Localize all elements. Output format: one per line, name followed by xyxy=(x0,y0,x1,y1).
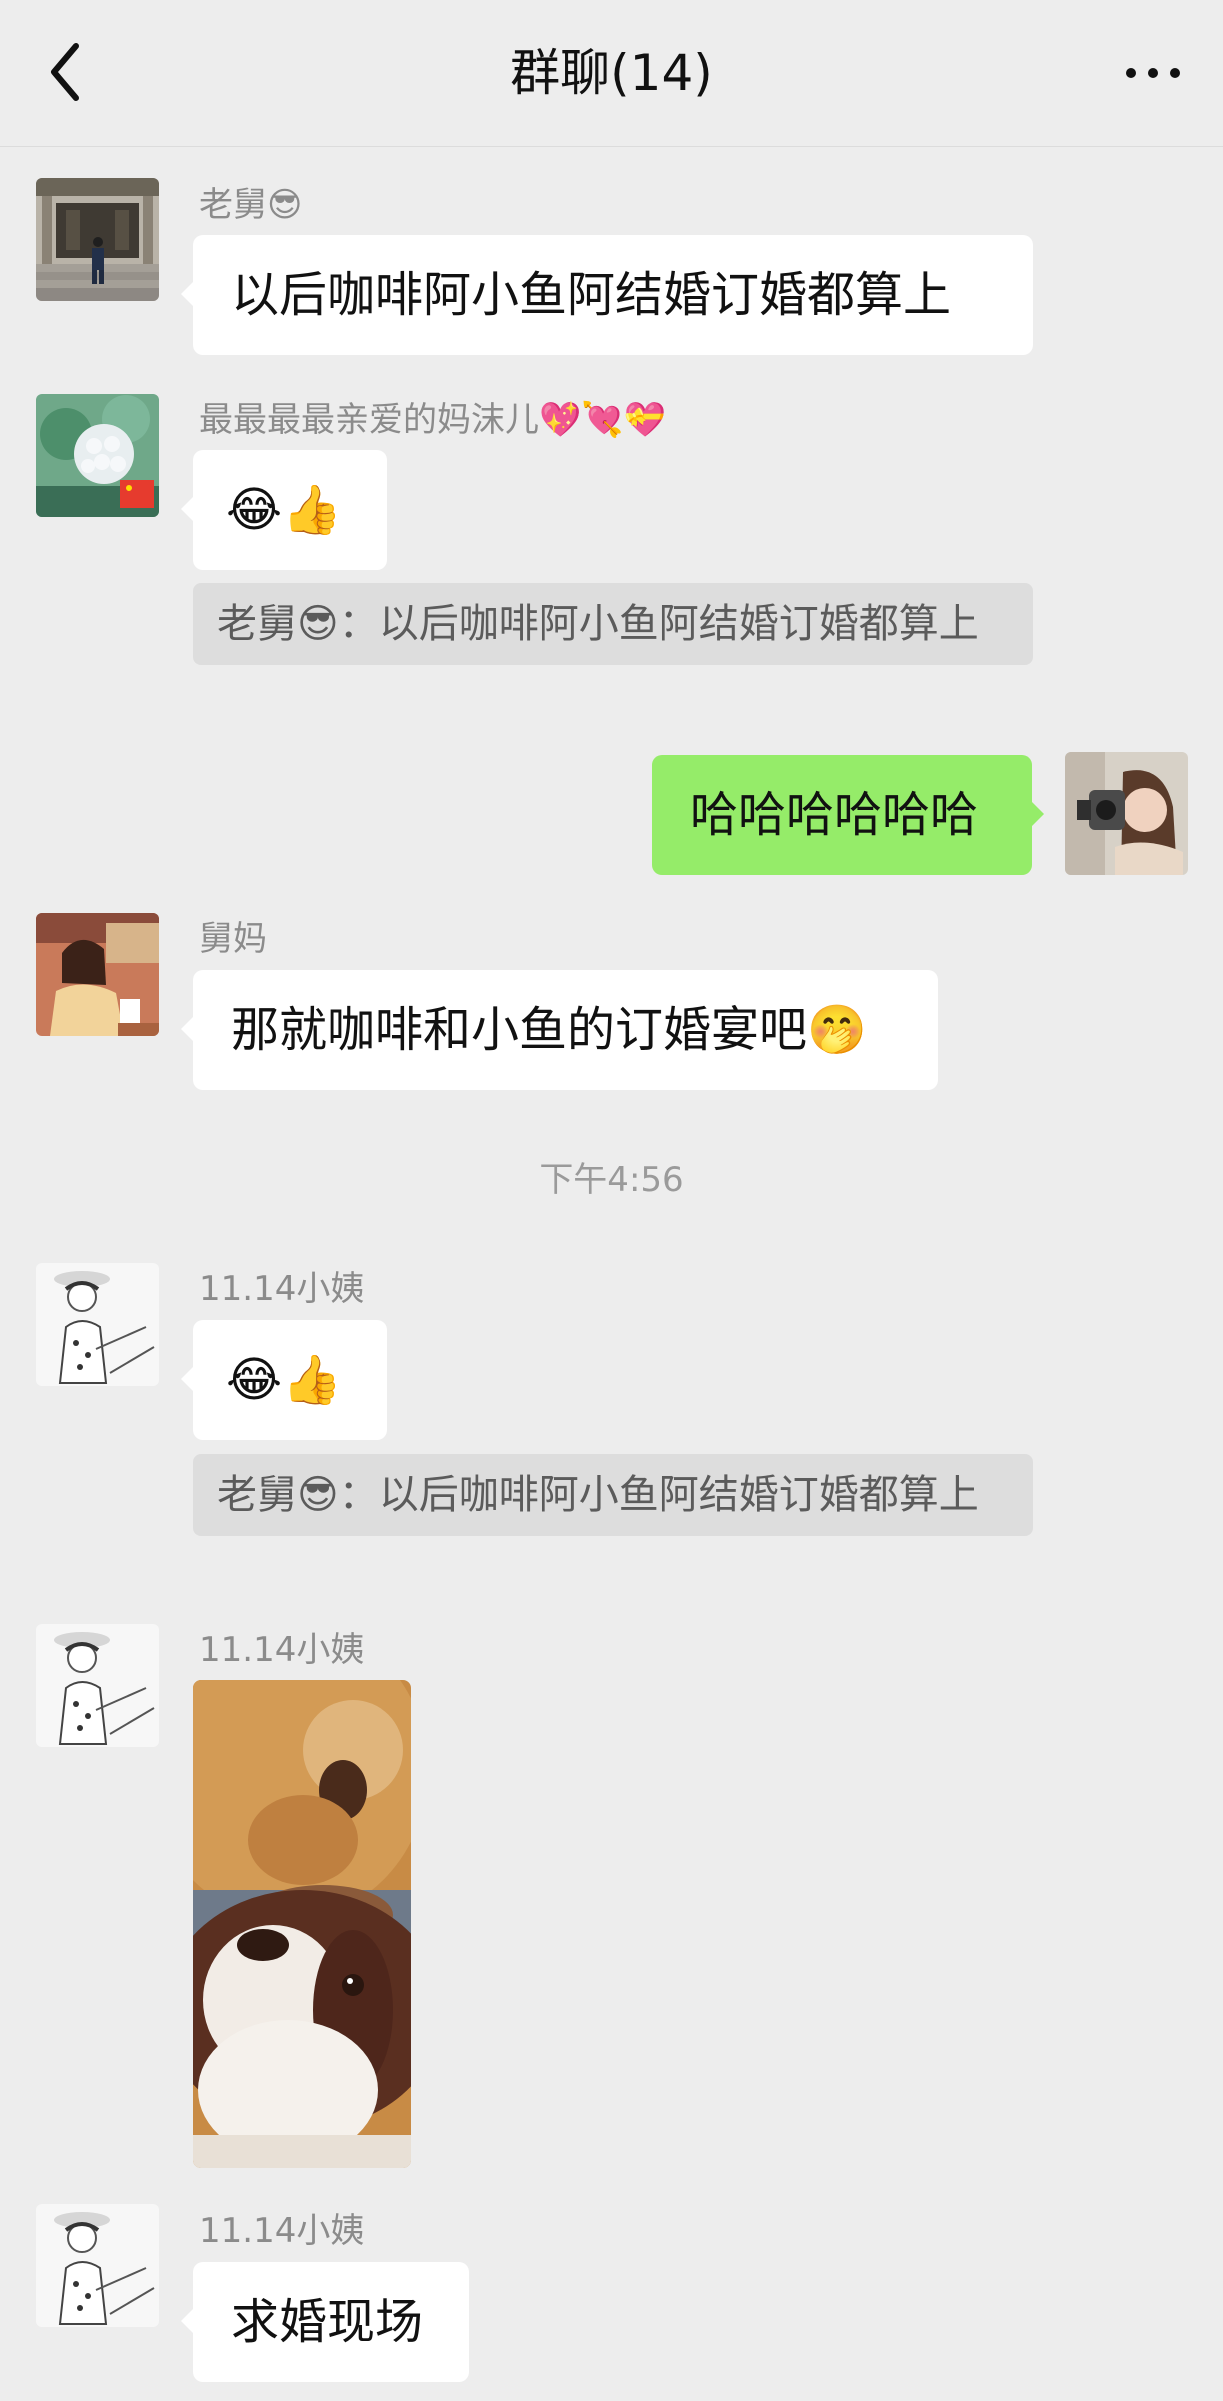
more-button[interactable] xyxy=(1123,45,1183,101)
sender-name: 舅妈 xyxy=(199,919,267,959)
message-bubble[interactable]: 😂👍 xyxy=(181,450,387,570)
message-image[interactable] xyxy=(193,1680,411,2168)
avatar[interactable] xyxy=(36,178,159,301)
avatar[interactable] xyxy=(36,394,159,517)
chat-screen: 群聊(14) 老舅😎 以后咖啡阿小鱼阿结婚订婚都算上 最最最最亲爱的妈沫儿💖💘💝… xyxy=(0,0,1223,2401)
message-bubble[interactable]: 以后咖啡阿小鱼阿结婚订婚都算上 xyxy=(181,235,1033,355)
sender-name: 最最最最亲爱的妈沫儿💖💘💝 xyxy=(199,400,667,440)
sender-name: 11.14小姨 xyxy=(199,1269,365,1309)
avatar[interactable] xyxy=(36,1624,159,1747)
message-bubble[interactable]: 求婚现场 xyxy=(181,2262,469,2382)
message-bubble[interactable]: 那就咖啡和小鱼的订婚宴吧🤭 xyxy=(181,970,938,1090)
page-title: 群聊(14) xyxy=(510,44,713,102)
avatar[interactable] xyxy=(36,2204,159,2327)
chat-header: 群聊(14) xyxy=(0,0,1223,147)
avatar[interactable] xyxy=(36,1263,159,1386)
self-message-bubble[interactable]: 哈哈哈哈哈哈 xyxy=(652,755,1044,875)
quoted-message[interactable]: 老舅😎：以后咖啡阿小鱼阿结婚订婚都算上 xyxy=(193,583,1033,665)
sender-name: 11.14小姨 xyxy=(199,2211,365,2251)
avatar[interactable] xyxy=(36,913,159,1036)
sender-name: 老舅😎 xyxy=(199,185,303,225)
sender-name: 11.14小姨 xyxy=(199,1630,365,1670)
quoted-message[interactable]: 老舅😎：以后咖啡阿小鱼阿结婚订婚都算上 xyxy=(193,1454,1033,1536)
timestamp: 下午4:56 xyxy=(539,1160,684,1200)
message-bubble[interactable]: 😂👍 xyxy=(181,1320,387,1440)
more-horizontal-icon xyxy=(1126,68,1180,78)
self-avatar[interactable] xyxy=(1065,752,1188,875)
